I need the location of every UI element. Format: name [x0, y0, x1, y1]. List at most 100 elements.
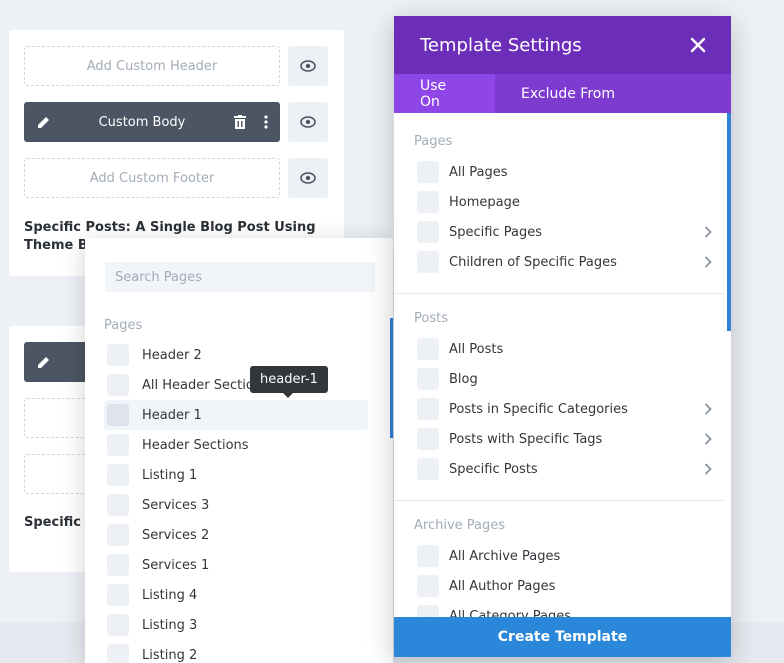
eye-icon	[300, 116, 316, 128]
checkbox[interactable]	[417, 221, 439, 243]
list-item-label: Services 1	[142, 557, 210, 573]
custom-body-row[interactable]: Custom Body	[24, 102, 280, 142]
list-item-label: Services 3	[142, 497, 210, 513]
tab-use-on[interactable]: Use On	[394, 74, 495, 113]
checkbox[interactable]	[417, 605, 439, 617]
tooltip: header-1	[250, 366, 328, 398]
option-posts-with-specific-tags[interactable]: Posts with Specific Tags	[417, 424, 712, 454]
option-specific-pages[interactable]: Specific Pages	[417, 217, 712, 247]
option-homepage[interactable]: Homepage	[417, 187, 712, 217]
list-item[interactable]: Listing 3	[104, 610, 368, 640]
add-custom-footer-button[interactable]: Add Custom Footer	[24, 158, 280, 198]
tooltip-text: header-1	[260, 372, 318, 387]
list-item[interactable]: All Header Sections	[104, 370, 368, 400]
option-all-author-pages[interactable]: All Author Pages	[417, 571, 712, 601]
option-posts-in-specific-categories[interactable]: Posts in Specific Categories	[417, 394, 712, 424]
checkbox[interactable]	[107, 584, 129, 606]
tab-exclude-from[interactable]: Exclude From	[495, 74, 641, 113]
pencil-icon[interactable]	[37, 355, 51, 369]
chevron-right-icon[interactable]	[704, 463, 712, 475]
footer-visibility-toggle[interactable]	[288, 158, 328, 198]
option-label: All Category Pages	[449, 608, 572, 618]
list-item[interactable]: Header Sections	[104, 430, 368, 460]
list-item[interactable]: Listing 2	[104, 640, 368, 663]
option-all-category-pages[interactable]: All Category Pages	[417, 601, 712, 617]
section-divider	[394, 293, 724, 294]
modal-title: Template Settings	[420, 34, 582, 56]
list-item[interactable]: Listing 1	[104, 460, 368, 490]
option-label: All Archive Pages	[449, 548, 561, 564]
checkbox[interactable]	[107, 344, 129, 366]
list-item[interactable]: Listing 4	[104, 580, 368, 610]
option-children-of-specific-pages[interactable]: Children of Specific Pages	[417, 247, 712, 277]
checkbox[interactable]	[107, 404, 129, 426]
body-visibility-toggle[interactable]	[288, 102, 328, 142]
checkbox[interactable]	[107, 614, 129, 636]
checkbox[interactable]	[417, 545, 439, 567]
checkbox[interactable]	[417, 398, 439, 420]
section-divider	[394, 500, 724, 501]
create-template-label: Create Template	[497, 629, 628, 645]
checkbox[interactable]	[107, 374, 129, 396]
checkbox[interactable]	[107, 644, 129, 663]
modal-scrollbar[interactable]	[727, 113, 731, 331]
checkbox[interactable]	[417, 161, 439, 183]
checkbox[interactable]	[107, 434, 129, 456]
eye-icon	[300, 60, 316, 72]
option-label: Specific Pages	[449, 224, 542, 240]
option-label: Specific Posts	[449, 461, 538, 477]
vertical-dots-icon[interactable]	[264, 115, 268, 129]
option-specific-posts[interactable]: Specific Posts	[417, 454, 712, 484]
header-visibility-toggle[interactable]	[288, 46, 328, 86]
list-item-label: Header Sections	[142, 437, 249, 453]
checkbox[interactable]	[417, 368, 439, 390]
section-heading-pages: Pages	[414, 134, 453, 149]
trash-icon[interactable]	[234, 115, 246, 129]
option-all-posts[interactable]: All Posts	[417, 334, 712, 364]
section-heading-archive-pages: Archive Pages	[414, 518, 506, 533]
list-item[interactable]: Header 1	[104, 400, 368, 430]
modal-tabs: Use On Exclude From	[394, 74, 731, 113]
add-custom-footer-label: Add Custom Footer	[89, 170, 215, 186]
option-label: All Posts	[449, 341, 504, 357]
checkbox[interactable]	[107, 464, 129, 486]
chevron-right-icon[interactable]	[704, 433, 712, 445]
add-custom-header-label: Add Custom Header	[86, 58, 218, 74]
chevron-right-icon[interactable]	[704, 256, 712, 268]
tab-label: Exclude From	[521, 85, 615, 102]
checkbox[interactable]	[417, 191, 439, 213]
dropdown-heading: Pages	[104, 318, 143, 333]
checkbox[interactable]	[107, 494, 129, 516]
checkbox[interactable]	[417, 428, 439, 450]
option-all-pages[interactable]: All Pages	[417, 157, 712, 187]
list-item-label: Listing 2	[142, 647, 198, 663]
list-item[interactable]: Services 1	[104, 550, 368, 580]
option-label: Posts with Specific Tags	[449, 431, 603, 447]
search-pages-input[interactable]	[105, 262, 375, 292]
add-custom-header-button[interactable]: Add Custom Header	[24, 46, 280, 86]
checkbox[interactable]	[417, 251, 439, 273]
chevron-right-icon[interactable]	[704, 403, 712, 415]
list-item-label: Header 1	[142, 407, 202, 423]
section-heading-posts: Posts	[414, 311, 448, 326]
checkbox[interactable]	[417, 575, 439, 597]
list-item-label: Listing 1	[142, 467, 198, 483]
create-template-button[interactable]: Create Template	[394, 617, 731, 657]
custom-body-label: Custom Body	[98, 114, 186, 130]
option-blog[interactable]: Blog	[417, 364, 712, 394]
option-all-archive-pages[interactable]: All Archive Pages	[417, 541, 712, 571]
list-item[interactable]: Services 2	[104, 520, 368, 550]
page-list: Header 2 All Header Sections Header 1 He…	[104, 340, 368, 663]
chevron-right-icon[interactable]	[704, 226, 712, 238]
list-item[interactable]: Services 3	[104, 490, 368, 520]
checkbox[interactable]	[107, 554, 129, 576]
checkbox[interactable]	[417, 458, 439, 480]
list-item[interactable]: Header 2	[104, 340, 368, 370]
dropdown-scrollbar[interactable]	[390, 318, 393, 438]
option-label: All Pages	[449, 164, 508, 180]
eye-icon	[300, 172, 316, 184]
modal-header: Template Settings	[394, 16, 731, 74]
close-icon[interactable]	[689, 36, 707, 54]
checkbox[interactable]	[417, 338, 439, 360]
checkbox[interactable]	[107, 524, 129, 546]
